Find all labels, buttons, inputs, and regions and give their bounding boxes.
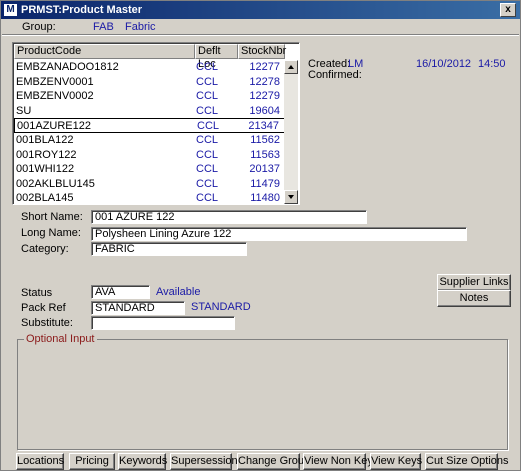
pricing-button[interactable]: Pricing bbox=[69, 453, 115, 470]
substitute-label: Substitute: bbox=[21, 317, 73, 329]
product-list-rows: EMBZANADOO1812 CCL 12277 EMBZENV0001 CCL 1227… bbox=[14, 60, 286, 205]
default-location-cell: CCL bbox=[196, 192, 219, 205]
product-code-cell: 001WHI122 bbox=[16, 163, 75, 176]
arrow-down-icon bbox=[288, 195, 294, 199]
list-scrollbar[interactable] bbox=[284, 60, 298, 204]
table-row[interactable]: SU CCL 19604 bbox=[14, 104, 286, 119]
product-code-cell: 002AKLBLU145 bbox=[16, 177, 95, 190]
view-non-keys-button[interactable]: View Non Keys bbox=[303, 453, 378, 470]
table-row[interactable]: EMBZENV0002 CCL 12279 bbox=[14, 89, 286, 104]
scroll-up-button[interactable] bbox=[284, 60, 298, 74]
table-row[interactable]: 001WHI122 CCL 20137 bbox=[14, 162, 286, 177]
separator bbox=[2, 34, 519, 36]
status-description: Available bbox=[156, 286, 201, 298]
product-master-window: M PRMST:Product Master x Group: FAB Fabr… bbox=[0, 0, 521, 471]
product-code-cell: EMBZENV0002 bbox=[16, 90, 94, 103]
change-group-button[interactable]: Change Group bbox=[237, 453, 310, 470]
product-code-cell: SU bbox=[16, 104, 32, 117]
default-location-cell: CCL bbox=[196, 133, 219, 146]
created-date: 16/10/2012 bbox=[416, 58, 472, 70]
confirmed-label: Confirmed: bbox=[308, 69, 362, 81]
default-location-cell: CCL bbox=[196, 75, 219, 88]
default-location-cell: CCL bbox=[196, 104, 219, 117]
stock-number-cell: 11562 bbox=[250, 133, 280, 146]
view-keys-button[interactable]: View Keys bbox=[370, 453, 422, 470]
optional-input-group: Optional Input bbox=[17, 333, 508, 450]
close-button[interactable]: x bbox=[500, 3, 516, 17]
arrow-up-icon bbox=[288, 65, 294, 69]
stock-number-cell: 21347 bbox=[248, 120, 279, 133]
table-row[interactable]: 001AZURE122 CCL 21347 bbox=[14, 118, 286, 133]
table-row[interactable]: EMBZANADOO1812 CCL 12277 bbox=[14, 60, 286, 75]
app-icon: M bbox=[4, 4, 17, 16]
group-code: FAB bbox=[93, 21, 114, 33]
substitute-field[interactable] bbox=[91, 316, 235, 330]
optional-input-label: Optional Input bbox=[24, 333, 97, 345]
stock-number-cell: 12277 bbox=[249, 61, 280, 73]
default-location-cell: CCL bbox=[197, 120, 220, 133]
table-row[interactable]: EMBZENV0001 CCL 12278 bbox=[14, 75, 286, 90]
long-name-field[interactable]: Polysheen Lining Azure 122 bbox=[91, 227, 467, 241]
product-code-cell: EMBZANADOO1812 bbox=[16, 61, 119, 73]
table-row[interactable]: 001ROY122 CCL 11563 bbox=[14, 148, 286, 163]
default-location-cell: CCL bbox=[196, 163, 219, 176]
stock-number-cell: 11563 bbox=[250, 148, 280, 161]
keywords-button[interactable]: Keywords bbox=[118, 453, 167, 470]
product-list[interactable]: ProductCode Deflt Loc StockNbr EMBZANADO… bbox=[12, 42, 300, 205]
stock-number-cell: 11480 bbox=[250, 192, 280, 205]
long-name-label: Long Name: bbox=[21, 227, 81, 239]
column-header-product-code[interactable]: ProductCode bbox=[14, 44, 195, 59]
stock-number-cell: 19604 bbox=[249, 104, 280, 117]
column-header-deflt-loc[interactable]: Deflt Loc bbox=[195, 44, 238, 70]
title-bar[interactable]: M PRMST:Product Master x bbox=[1, 1, 520, 19]
product-code-cell: EMBZENV0001 bbox=[16, 75, 94, 88]
default-location-cell: CCL bbox=[196, 61, 219, 73]
status-label: Status bbox=[21, 287, 53, 299]
scroll-down-button[interactable] bbox=[284, 190, 298, 204]
column-header-stock-nbr[interactable]: StockNbr bbox=[238, 44, 286, 59]
short-name-field[interactable]: 001 AZURE 122 bbox=[91, 210, 367, 224]
stock-number-cell: 20137 bbox=[249, 163, 280, 176]
cut-size-options-button[interactable]: Cut Size Options bbox=[425, 453, 509, 470]
stock-number-cell: 12278 bbox=[249, 75, 280, 88]
notes-button[interactable]: Notes bbox=[437, 290, 511, 307]
default-location-cell: CCL bbox=[196, 90, 219, 103]
pack-ref-field[interactable]: STANDARD bbox=[91, 301, 185, 315]
status-field[interactable]: AVA bbox=[91, 285, 150, 299]
default-location-cell: CCL bbox=[196, 177, 219, 190]
default-location-cell: CCL bbox=[196, 148, 219, 161]
product-code-cell: 001AZURE122 bbox=[17, 120, 91, 133]
window-title: PRMST:Product Master bbox=[21, 4, 143, 16]
stock-number-cell: 11479 bbox=[250, 177, 280, 190]
product-code-cell: 001BLA122 bbox=[16, 133, 74, 146]
table-row[interactable]: 001BLA122 CCL 11562 bbox=[14, 133, 286, 148]
group-name: Fabric bbox=[125, 21, 156, 33]
supplier-links-button[interactable]: Supplier Links bbox=[437, 274, 511, 291]
stock-number-cell: 12279 bbox=[249, 90, 280, 103]
pack-ref-description: STANDARD bbox=[191, 301, 251, 313]
short-name-label: Short Name: bbox=[21, 211, 83, 223]
locations-button[interactable]: Locations bbox=[16, 453, 64, 470]
category-field[interactable]: FABRIC bbox=[91, 242, 247, 256]
created-time: 14:50 bbox=[478, 58, 506, 70]
category-label: Category: bbox=[21, 243, 69, 255]
group-label: Group: bbox=[22, 21, 56, 33]
product-code-cell: 002BLA145 bbox=[16, 192, 74, 205]
pack-ref-label: Pack Ref bbox=[21, 302, 66, 314]
supersession-button[interactable]: Supersession bbox=[170, 453, 238, 470]
product-code-cell: 001ROY122 bbox=[16, 148, 77, 161]
table-row[interactable]: 002AKLBLU145 CCL 11479 bbox=[14, 177, 286, 192]
table-row[interactable]: 002BLA145 CCL 11480 bbox=[14, 191, 286, 205]
